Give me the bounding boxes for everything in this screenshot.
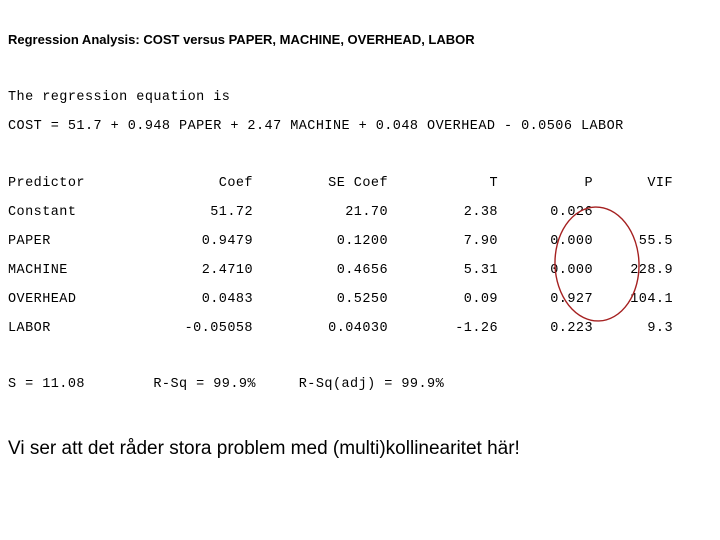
page-title: Regression Analysis: COST versus PAPER, … bbox=[8, 32, 475, 47]
slide-caption: Vi ser att det råder stora problem med (… bbox=[8, 438, 520, 459]
cell-se-coef: 0.04030 bbox=[328, 321, 388, 336]
cell-predictor: Constant bbox=[8, 205, 77, 220]
regression-equation-line: COST = 51.7 + 0.948 PAPER + 2.47 MACHINE… bbox=[8, 119, 624, 134]
cell-vif: 9.3 bbox=[647, 321, 673, 336]
cell-predictor: PAPER bbox=[8, 234, 51, 249]
cell-se-coef: 21.70 bbox=[345, 205, 388, 220]
cell-se-coef: 0.5250 bbox=[336, 292, 388, 307]
cell-coef: 51.72 bbox=[210, 205, 253, 220]
table-row: OVERHEAD 0.0483 0.5250 0.09 0.927 104.1 bbox=[8, 292, 673, 321]
slide-canvas: Regression Analysis: COST versus PAPER, … bbox=[0, 0, 720, 540]
cell-vif: 55.5 bbox=[638, 234, 673, 249]
cell-p: 0.026 bbox=[550, 205, 593, 220]
table-row: PAPER 0.9479 0.1200 7.90 0.000 55.5 bbox=[8, 234, 673, 263]
cell-vif: 104.1 bbox=[630, 292, 673, 307]
column-header-se-coef: SE Coef bbox=[328, 176, 388, 191]
cell-vif: 228.9 bbox=[630, 263, 673, 278]
cell-predictor: LABOR bbox=[8, 321, 51, 336]
column-header-vif: VIF bbox=[647, 176, 673, 191]
coefficients-table: Predictor Coef SE Coef T P VIF Constant … bbox=[8, 176, 673, 350]
cell-predictor: OVERHEAD bbox=[8, 292, 77, 307]
cell-coef: -0.05058 bbox=[184, 321, 253, 336]
cell-coef: 0.9479 bbox=[201, 234, 253, 249]
cell-coef: 0.0483 bbox=[201, 292, 253, 307]
column-header-predictor: Predictor bbox=[8, 176, 85, 191]
column-header-coef: Coef bbox=[218, 176, 253, 191]
table-row: Constant 51.72 21.70 2.38 0.026 bbox=[8, 205, 648, 234]
cell-se-coef: 0.4656 bbox=[336, 263, 388, 278]
regression-equation-intro: The regression equation is bbox=[8, 90, 231, 105]
table-row: MACHINE 2.4710 0.4656 5.31 0.000 228.9 bbox=[8, 263, 673, 292]
table-header-row: Predictor Coef SE Coef T P VIF bbox=[8, 176, 673, 205]
table-row: LABOR -0.05058 0.04030 -1.26 0.223 9.3 bbox=[8, 321, 673, 350]
cell-predictor: MACHINE bbox=[8, 263, 68, 278]
model-summary-line: S = 11.08 R-Sq = 99.9% R-Sq(adj) = 99.9% bbox=[8, 377, 445, 392]
cell-coef: 2.4710 bbox=[201, 263, 253, 278]
cell-se-coef: 0.1200 bbox=[336, 234, 388, 249]
